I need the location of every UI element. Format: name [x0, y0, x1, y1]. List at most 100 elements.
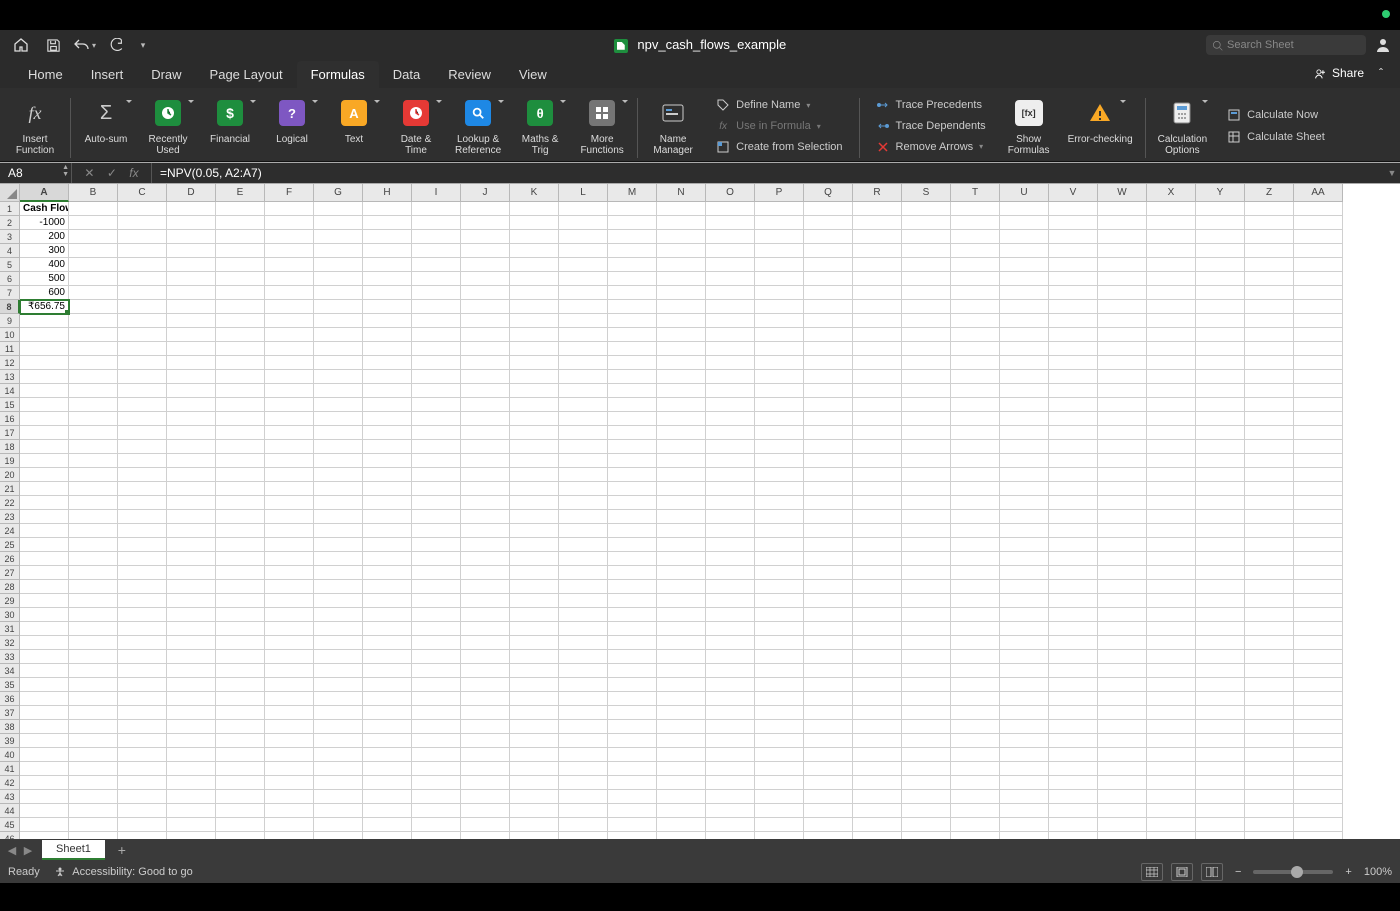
- cell-W22[interactable]: [1098, 496, 1147, 510]
- column-header-U[interactable]: U: [1000, 184, 1049, 202]
- cell-U28[interactable]: [1000, 580, 1049, 594]
- cell-Q20[interactable]: [804, 468, 853, 482]
- cell-Z39[interactable]: [1245, 734, 1294, 748]
- cell-I21[interactable]: [412, 482, 461, 496]
- cell-K43[interactable]: [510, 790, 559, 804]
- cell-T23[interactable]: [951, 510, 1000, 524]
- cell-X31[interactable]: [1147, 622, 1196, 636]
- cell-M8[interactable]: [608, 300, 657, 314]
- cell-M2[interactable]: [608, 216, 657, 230]
- sheet-tab-active[interactable]: Sheet1: [42, 840, 105, 860]
- cell-K21[interactable]: [510, 482, 559, 496]
- cell-C28[interactable]: [118, 580, 167, 594]
- cell-AA8[interactable]: [1294, 300, 1343, 314]
- cell-C7[interactable]: [118, 286, 167, 300]
- row-header-30[interactable]: 30: [0, 608, 20, 622]
- cell-T6[interactable]: [951, 272, 1000, 286]
- cell-Z19[interactable]: [1245, 454, 1294, 468]
- cell-I5[interactable]: [412, 258, 461, 272]
- cell-N9[interactable]: [657, 314, 706, 328]
- cell-J1[interactable]: [461, 202, 510, 216]
- cell-F22[interactable]: [265, 496, 314, 510]
- cell-O5[interactable]: [706, 258, 755, 272]
- cell-T34[interactable]: [951, 664, 1000, 678]
- cell-I39[interactable]: [412, 734, 461, 748]
- cell-AA3[interactable]: [1294, 230, 1343, 244]
- cell-I15[interactable]: [412, 398, 461, 412]
- cell-D11[interactable]: [167, 342, 216, 356]
- cell-O34[interactable]: [706, 664, 755, 678]
- cell-D20[interactable]: [167, 468, 216, 482]
- cell-F27[interactable]: [265, 566, 314, 580]
- cell-P34[interactable]: [755, 664, 804, 678]
- redo-icon[interactable]: [104, 32, 130, 58]
- cell-Z40[interactable]: [1245, 748, 1294, 762]
- cell-G25[interactable]: [314, 538, 363, 552]
- cell-U43[interactable]: [1000, 790, 1049, 804]
- cell-R24[interactable]: [853, 524, 902, 538]
- cell-B31[interactable]: [69, 622, 118, 636]
- cell-J18[interactable]: [461, 440, 510, 454]
- cell-Q22[interactable]: [804, 496, 853, 510]
- cell-F2[interactable]: [265, 216, 314, 230]
- cell-F43[interactable]: [265, 790, 314, 804]
- cell-Q35[interactable]: [804, 678, 853, 692]
- cell-O7[interactable]: [706, 286, 755, 300]
- cell-Y11[interactable]: [1196, 342, 1245, 356]
- cell-H1[interactable]: [363, 202, 412, 216]
- cell-G26[interactable]: [314, 552, 363, 566]
- cell-O13[interactable]: [706, 370, 755, 384]
- cell-V45[interactable]: [1049, 818, 1098, 832]
- column-header-B[interactable]: B: [69, 184, 118, 202]
- cell-Q7[interactable]: [804, 286, 853, 300]
- cell-W26[interactable]: [1098, 552, 1147, 566]
- cell-E27[interactable]: [216, 566, 265, 580]
- cell-O25[interactable]: [706, 538, 755, 552]
- cell-M30[interactable]: [608, 608, 657, 622]
- cell-V31[interactable]: [1049, 622, 1098, 636]
- cell-B11[interactable]: [69, 342, 118, 356]
- cell-A41[interactable]: [20, 762, 69, 776]
- cell-P44[interactable]: [755, 804, 804, 818]
- cell-Z1[interactable]: [1245, 202, 1294, 216]
- cell-S41[interactable]: [902, 762, 951, 776]
- cell-X8[interactable]: [1147, 300, 1196, 314]
- autosum-button[interactable]: Σ: [83, 94, 129, 132]
- cell-C46[interactable]: [118, 832, 167, 839]
- row-header-20[interactable]: 20: [0, 468, 20, 482]
- column-header-L[interactable]: L: [559, 184, 608, 202]
- name-box[interactable]: A8 ▲▼: [0, 163, 72, 183]
- cell-X38[interactable]: [1147, 720, 1196, 734]
- cell-P4[interactable]: [755, 244, 804, 258]
- cell-C1[interactable]: [118, 202, 167, 216]
- cell-V8[interactable]: [1049, 300, 1098, 314]
- cell-J30[interactable]: [461, 608, 510, 622]
- cell-M35[interactable]: [608, 678, 657, 692]
- cell-J36[interactable]: [461, 692, 510, 706]
- cell-H23[interactable]: [363, 510, 412, 524]
- cell-M46[interactable]: [608, 832, 657, 839]
- cell-J2[interactable]: [461, 216, 510, 230]
- cell-V19[interactable]: [1049, 454, 1098, 468]
- cell-F37[interactable]: [265, 706, 314, 720]
- cell-Y17[interactable]: [1196, 426, 1245, 440]
- cell-S12[interactable]: [902, 356, 951, 370]
- error-checking-button[interactable]: [1077, 94, 1123, 132]
- cell-D16[interactable]: [167, 412, 216, 426]
- cell-J39[interactable]: [461, 734, 510, 748]
- cell-Y3[interactable]: [1196, 230, 1245, 244]
- cell-D40[interactable]: [167, 748, 216, 762]
- cell-O26[interactable]: [706, 552, 755, 566]
- cell-B4[interactable]: [69, 244, 118, 258]
- cell-U16[interactable]: [1000, 412, 1049, 426]
- cell-Y42[interactable]: [1196, 776, 1245, 790]
- cell-I14[interactable]: [412, 384, 461, 398]
- cell-L21[interactable]: [559, 482, 608, 496]
- cell-S36[interactable]: [902, 692, 951, 706]
- cell-D42[interactable]: [167, 776, 216, 790]
- tab-draw[interactable]: Draw: [137, 61, 195, 88]
- cell-X33[interactable]: [1147, 650, 1196, 664]
- cell-N43[interactable]: [657, 790, 706, 804]
- cell-F21[interactable]: [265, 482, 314, 496]
- cell-D1[interactable]: [167, 202, 216, 216]
